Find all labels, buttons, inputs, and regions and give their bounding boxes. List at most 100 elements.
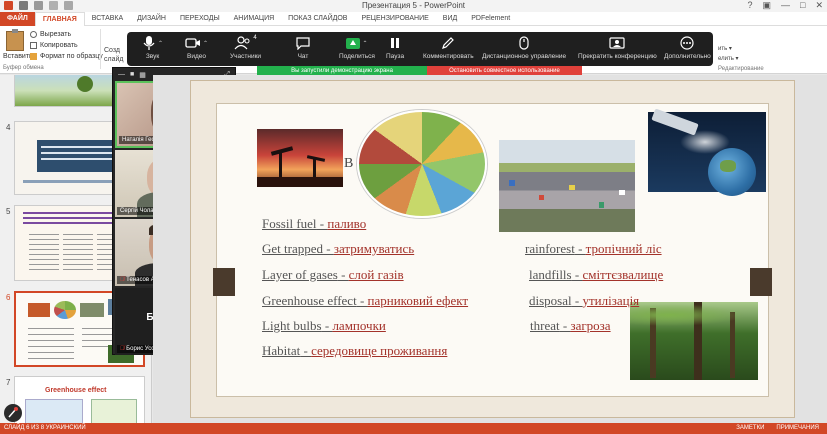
cut-button[interactable]: Вырезать: [30, 29, 103, 40]
vocab-translation: лампочки: [332, 318, 386, 333]
more-icon: [680, 36, 694, 50]
single-view-icon[interactable]: ■: [130, 71, 134, 78]
vocab-item: Greenhouse effect - парниковий ефект: [262, 293, 469, 308]
landfill-image: [499, 140, 635, 232]
vocab-translation: парниковий ефект: [367, 293, 469, 308]
tab-insert[interactable]: ВСТАВКА: [85, 12, 130, 26]
end-meeting-button[interactable]: Прекратить конференцию: [578, 35, 657, 60]
window-title: Презентация 5 - PowerPoint: [361, 1, 465, 10]
new-slide-button[interactable]: Созд слайд: [104, 46, 123, 64]
tree-icon: [77, 76, 93, 92]
tab-view[interactable]: ВИД: [436, 12, 464, 26]
tab-design[interactable]: ДИЗАЙН: [130, 12, 173, 26]
binder-clip-left: [213, 268, 235, 296]
close-icon[interactable]: ✕: [815, 0, 823, 11]
participants-icon: [234, 36, 250, 50]
vocab-term: Get trapped: [262, 241, 324, 256]
muted-mic-icon: 🎙̸: [120, 346, 125, 352]
vocab-item: Layer of gases - слой газів: [262, 267, 404, 282]
slide-content-area: B Fossil fuel - паливо Get trapped - зат…: [213, 103, 772, 397]
tab-file[interactable]: ФАЙЛ: [0, 11, 35, 26]
help-icon[interactable]: ?: [747, 0, 752, 11]
slide-editor-canvas: B Fossil fuel - паливо Get trapped - зат…: [153, 75, 827, 423]
annotate-button[interactable]: Комментировать: [423, 35, 474, 60]
vocab-term: Habitat: [262, 343, 301, 358]
slide-title-fragment: B: [344, 156, 354, 171]
vocab-term: Light bulbs: [262, 318, 322, 333]
annotate-pen-icon: [442, 37, 455, 49]
vocab-translation: утилізація: [582, 293, 640, 308]
mouse-icon: [519, 36, 529, 50]
replace-button[interactable]: ить ▾: [718, 44, 764, 54]
editing-group: ить ▾ елить ▾ Редактирование: [718, 44, 764, 74]
share-screen-icon: [346, 37, 361, 49]
vocab-item: rainforest - тропічний ліс: [525, 241, 662, 256]
paste-button[interactable]: Вставить: [3, 29, 33, 67]
remote-control-button[interactable]: Дистанционное управление: [482, 35, 566, 60]
vocab-item: Light bulbs - лампочки: [262, 318, 386, 333]
brush-icon: [30, 52, 37, 60]
annotation-tool-icon[interactable]: [4, 404, 22, 422]
slide-thumb-title: Greenhouse effect: [45, 387, 107, 394]
vocab-item: landfills - сміттєзвалище: [529, 267, 664, 282]
vocab-translation: загроза: [570, 318, 611, 333]
paste-label: Вставить: [3, 53, 33, 60]
microphone-icon: [143, 36, 155, 50]
video-button[interactable]: ⌃ Видео: [185, 35, 208, 60]
tab-pdfelement[interactable]: PDFelement: [464, 12, 517, 26]
copy-icon: [30, 41, 37, 49]
vocab-term: Layer of gases: [262, 267, 338, 282]
slide-number: 5: [6, 207, 11, 216]
slide-number: 4: [6, 123, 11, 132]
vocab-translation: середовище проживання: [311, 343, 448, 358]
vocab-item: disposal - утилізація: [529, 293, 640, 308]
grid-view-icon[interactable]: ▦: [139, 71, 146, 79]
maximize-icon[interactable]: □: [800, 0, 805, 11]
binder-clip-right: [750, 268, 772, 296]
select-button[interactable]: елить ▾: [718, 54, 764, 64]
rainforest-image: [630, 302, 758, 380]
aerosol-globe-image: [648, 108, 766, 196]
paste-icon: [6, 29, 24, 51]
chat-button[interactable]: Чат: [295, 35, 311, 60]
vocab-item: threat - загроза: [530, 318, 611, 333]
current-slide[interactable]: B Fossil fuel - паливо Get trapped - зат…: [190, 80, 795, 418]
ecosystem-pie-image: [357, 110, 487, 218]
tab-transitions[interactable]: ПЕРЕХОДЫ: [173, 12, 227, 26]
minimize-gallery-icon[interactable]: —: [118, 71, 125, 78]
notes-button[interactable]: ЗАМЕТКИ: [736, 423, 764, 434]
audio-button[interactable]: ⌃ Звук: [142, 35, 163, 60]
more-button[interactable]: Дополнительно: [664, 35, 711, 60]
slide-thumb-7[interactable]: Greenhouse effect: [14, 376, 145, 423]
vocab-item: Get trapped - затримуватись: [262, 241, 415, 256]
vocab-translation: тропічний ліс: [585, 241, 662, 256]
slide-number: 7: [6, 378, 11, 387]
vocab-term: landfills: [529, 267, 572, 282]
tab-home[interactable]: ГЛАВНАЯ: [34, 11, 85, 26]
clipboard-group-label: Буфер обмена: [3, 65, 44, 71]
ribbon-tabs: ФАЙЛ ГЛАВНАЯ ВСТАВКА ДИЗАЙН ПЕРЕХОДЫ АНИ…: [0, 11, 827, 26]
vocab-item: Habitat - середовище проживання: [262, 343, 448, 358]
title-bar: Презентация 5 - PowerPoint ? ▣ — □ ✕: [0, 0, 827, 12]
comments-button[interactable]: ПРИМЕЧАНИЯ: [776, 423, 819, 434]
participants-button[interactable]: 4 Участники: [230, 35, 261, 60]
share-screen-button[interactable]: ⌃ Поделиться: [339, 35, 375, 60]
pause-share-button[interactable]: Пауза: [386, 35, 404, 60]
format-painter-button[interactable]: Формат по образцу: [30, 51, 103, 62]
slide-counter: СЛАЙД 6 ИЗ 8 УКРАИНСКИЙ: [4, 425, 86, 431]
vocab-term: disposal: [529, 293, 572, 308]
ribbon-display-icon[interactable]: ▣: [763, 0, 772, 11]
muted-mic-icon: 🎙̸: [120, 277, 125, 283]
tab-review[interactable]: РЕЦЕНЗИРОВАНИЕ: [354, 12, 435, 26]
editing-group-label: Редактирование: [718, 66, 764, 72]
minimize-icon[interactable]: —: [781, 0, 790, 11]
tab-animation[interactable]: АНИМАЦИЯ: [227, 12, 282, 26]
copy-button[interactable]: Копировать: [30, 40, 103, 51]
oil-pumps-image: [257, 129, 343, 187]
tab-slideshow[interactable]: ПОКАЗ СЛАЙДОВ: [281, 12, 354, 26]
end-meeting-icon: [609, 37, 625, 49]
clipboard-actions: Вырезать Копировать Формат по образцу: [30, 29, 103, 62]
vocab-translation: паливо: [327, 216, 367, 231]
vocab-translation: слой газів: [348, 267, 404, 282]
video-camera-icon: [185, 38, 200, 48]
